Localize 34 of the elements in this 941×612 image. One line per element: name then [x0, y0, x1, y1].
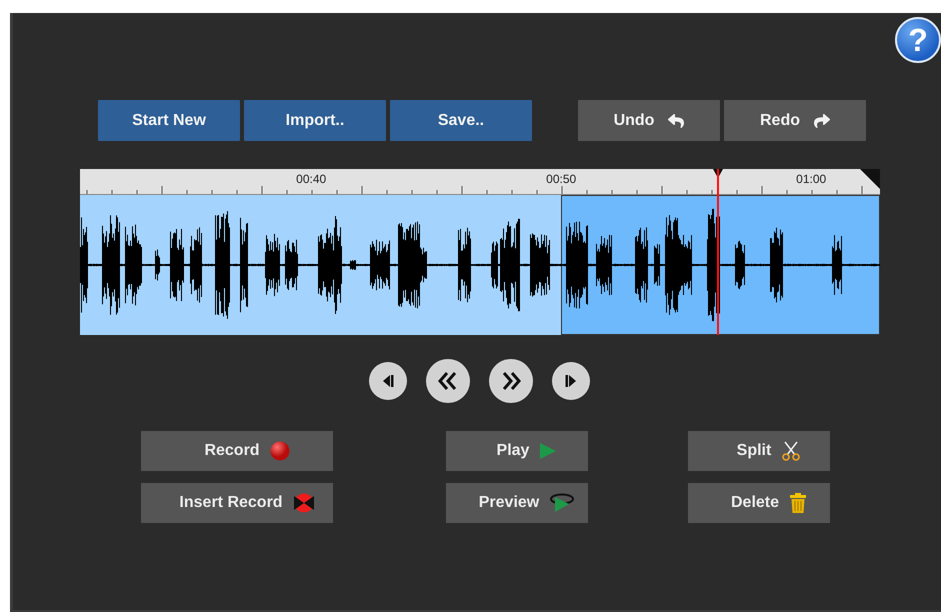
- skip-forward-button[interactable]: [552, 362, 590, 400]
- toolbar-button[interactable]: Import..: [244, 100, 386, 141]
- skip-back-icon: [381, 374, 395, 388]
- scissors-icon: [781, 441, 802, 461]
- record-button[interactable]: Record: [141, 431, 333, 471]
- trash-icon: [789, 493, 808, 513]
- fast-forward-button[interactable]: [489, 359, 533, 403]
- insert-record-icon: [292, 493, 315, 513]
- time-label: 00:50: [546, 172, 576, 186]
- redo-icon: [814, 112, 830, 128]
- help-button[interactable]: ?: [895, 17, 941, 63]
- insert-record-button[interactable]: Insert Record: [141, 483, 333, 523]
- redo-button[interactable]: Redo: [724, 100, 866, 141]
- split-button[interactable]: Split: [688, 431, 830, 471]
- undo-icon: [668, 112, 684, 128]
- play-button[interactable]: Play: [446, 431, 588, 471]
- time-label: 01:00: [796, 172, 826, 186]
- end-marker-icon: [860, 169, 880, 189]
- delete-button[interactable]: Delete: [688, 483, 830, 523]
- toolbar-button[interactable]: Start New: [98, 100, 240, 141]
- time-label: 00:40: [296, 172, 326, 186]
- rewind-icon: [438, 371, 458, 391]
- preview-button[interactable]: Preview: [446, 483, 588, 523]
- waveform-track[interactable]: [80, 195, 880, 335]
- skip-forward-icon: [564, 374, 578, 388]
- record-icon: [270, 441, 290, 461]
- play-icon: [539, 442, 558, 460]
- rewind-button[interactable]: [426, 359, 470, 403]
- playhead[interactable]: [716, 169, 719, 335]
- fast-forward-icon: [501, 371, 521, 391]
- undo-button[interactable]: Undo: [578, 100, 720, 141]
- toolbar-button[interactable]: Save..: [390, 100, 532, 141]
- preview-icon: [549, 493, 576, 513]
- skip-back-button[interactable]: [369, 362, 407, 400]
